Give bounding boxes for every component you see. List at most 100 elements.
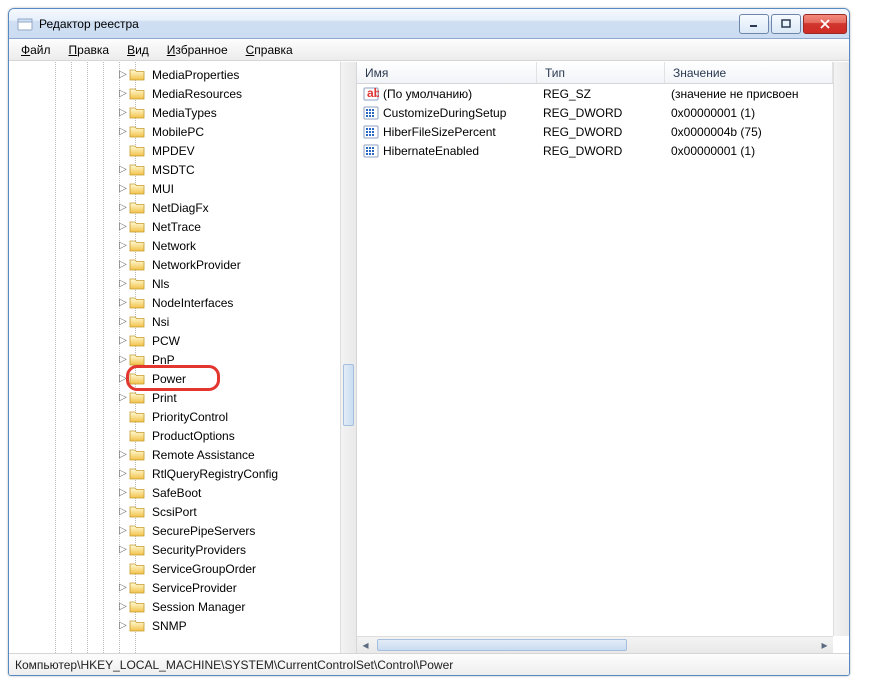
expand-caret-icon[interactable]: ▷: [117, 164, 129, 175]
folder-icon: [129, 429, 145, 442]
expand-caret-icon[interactable]: ▷: [117, 487, 129, 498]
hscroll-thumb[interactable]: [377, 639, 627, 651]
tree-node[interactable]: ▷MediaResources: [9, 84, 340, 103]
tree-node[interactable]: ▷PnP: [9, 350, 340, 369]
folder-icon: [129, 125, 145, 138]
expand-caret-icon[interactable]: ▷: [117, 107, 129, 118]
expand-caret-icon[interactable]: ▷: [117, 240, 129, 251]
tree-node[interactable]: ▷Nls: [9, 274, 340, 293]
expand-caret-icon[interactable]: ▷: [117, 468, 129, 479]
tree-node-label: Power: [149, 371, 189, 387]
tree-node[interactable]: ▷SecurityProviders: [9, 540, 340, 559]
tree-node-label: Network: [149, 238, 199, 254]
tree-node[interactable]: ▷ProductOptions: [9, 426, 340, 445]
expand-caret-icon[interactable]: ▷: [117, 354, 129, 365]
value-data-cell: (значение не присвоен: [665, 87, 833, 101]
dword-value-icon: [363, 143, 379, 159]
tree-node[interactable]: ▷Nsi: [9, 312, 340, 331]
scroll-right-icon[interactable]: ▸: [816, 637, 833, 653]
tree-node-label: RtlQueryRegistryConfig: [149, 466, 281, 482]
tree-node[interactable]: ▷SecurePipeServers: [9, 521, 340, 540]
tree-node[interactable]: ▷MSDTC: [9, 160, 340, 179]
values-list[interactable]: (По умолчанию)REG_SZ(значение не присвое…: [357, 84, 849, 653]
value-row[interactable]: HiberFileSizePercentREG_DWORD0x0000004b …: [357, 122, 833, 141]
tree-node[interactable]: ▷MUI: [9, 179, 340, 198]
folder-icon: [129, 448, 145, 461]
expand-caret-icon[interactable]: ▷: [117, 88, 129, 99]
values-vscrollbar[interactable]: [833, 62, 849, 636]
column-name[interactable]: Имя: [357, 62, 537, 83]
value-row[interactable]: CustomizeDuringSetupREG_DWORD0x00000001 …: [357, 103, 833, 122]
tree-node[interactable]: ▷MobilePC: [9, 122, 340, 141]
expand-caret-icon[interactable]: ▷: [117, 278, 129, 289]
values-hscrollbar[interactable]: ◂ ▸: [357, 636, 833, 653]
expand-caret-icon[interactable]: ▷: [117, 297, 129, 308]
tree-node[interactable]: ▷MediaProperties: [9, 65, 340, 84]
scrollbar-thumb[interactable]: [343, 364, 354, 426]
expand-caret-icon[interactable]: ▷: [117, 620, 129, 631]
menu-favorites[interactable]: Избранное: [159, 41, 236, 59]
column-type[interactable]: Тип: [537, 62, 665, 83]
expand-caret-icon[interactable]: ▷: [117, 506, 129, 517]
menu-edit[interactable]: Правка: [61, 41, 118, 59]
tree-node[interactable]: ▷ NetTrace: [9, 217, 340, 236]
expand-caret-icon[interactable]: ▷: [117, 259, 129, 270]
expand-caret-icon[interactable]: ▷: [117, 316, 129, 327]
expand-caret-icon[interactable]: ▷: [117, 335, 129, 346]
value-data-cell: 0x00000001 (1): [665, 106, 833, 120]
close-button[interactable]: [803, 14, 847, 34]
tree-node[interactable]: ▷NetworkProvider: [9, 255, 340, 274]
tree-node[interactable]: ▷PCW: [9, 331, 340, 350]
status-path: Компьютер\HKEY_LOCAL_MACHINE\SYSTEM\Curr…: [15, 658, 453, 672]
folder-icon: [129, 182, 145, 195]
tree-node[interactable]: ▷NodeInterfaces: [9, 293, 340, 312]
expand-caret-icon[interactable]: ▷: [117, 601, 129, 612]
tree-scrollbar[interactable]: [340, 62, 356, 653]
expand-caret-icon[interactable]: ▷: [117, 373, 129, 384]
expand-caret-icon[interactable]: ▷: [117, 544, 129, 555]
tree-node-label: ServiceProvider: [149, 580, 240, 596]
tree-view[interactable]: ▷MediaProperties▷MediaResources▷MediaTyp…: [9, 62, 340, 653]
menu-file[interactable]: Файл: [13, 41, 59, 59]
folder-icon: [129, 410, 145, 423]
tree-node[interactable]: ▷PriorityControl: [9, 407, 340, 426]
expand-caret-icon[interactable]: ▷: [117, 126, 129, 137]
expand-caret-icon[interactable]: ▷: [117, 392, 129, 403]
folder-icon: [129, 220, 145, 233]
tree-node-label: MediaTypes: [149, 105, 220, 121]
tree-node[interactable]: ▷SafeBoot: [9, 483, 340, 502]
expand-caret-icon[interactable]: ▷: [117, 183, 129, 194]
tree-node[interactable]: ▷NetDiagFx: [9, 198, 340, 217]
tree-node-label: NetTrace: [149, 219, 204, 235]
expand-caret-icon[interactable]: ▷: [117, 202, 129, 213]
tree-pane: ▷MediaProperties▷MediaResources▷MediaTyp…: [9, 62, 357, 653]
value-row[interactable]: (По умолчанию)REG_SZ(значение не присвое…: [357, 84, 833, 103]
menu-view[interactable]: Вид: [119, 41, 157, 59]
expand-caret-icon[interactable]: ▷: [117, 221, 129, 232]
tree-node[interactable]: ▷ServiceGroupOrder: [9, 559, 340, 578]
tree-node[interactable]: ▷Remote Assistance: [9, 445, 340, 464]
maximize-button[interactable]: [771, 14, 801, 34]
folder-icon: [129, 315, 145, 328]
value-row[interactable]: HibernateEnabledREG_DWORD0x00000001 (1): [357, 141, 833, 160]
menu-help[interactable]: Справка: [238, 41, 301, 59]
expand-caret-icon[interactable]: ▷: [117, 525, 129, 536]
scroll-left-icon[interactable]: ◂: [357, 637, 374, 653]
title-bar[interactable]: Редактор реестра: [9, 9, 849, 39]
tree-node[interactable]: ▷MPDEV: [9, 141, 340, 160]
tree-node[interactable]: ▷ RtlQueryRegistryConfig: [9, 464, 340, 483]
expand-caret-icon[interactable]: ▷: [117, 449, 129, 460]
minimize-button[interactable]: [739, 14, 769, 34]
tree-node[interactable]: ▷ ServiceProvider: [9, 578, 340, 597]
expand-caret-icon[interactable]: ▷: [117, 69, 129, 80]
column-value[interactable]: Значение: [665, 62, 833, 83]
tree-node[interactable]: ▷SNMP: [9, 616, 340, 635]
folder-icon: [129, 562, 145, 575]
tree-node[interactable]: ▷Session Manager: [9, 597, 340, 616]
tree-node[interactable]: ▷ScsiPort: [9, 502, 340, 521]
tree-node[interactable]: ▷ Power: [9, 369, 340, 388]
tree-node[interactable]: ▷ MediaTypes: [9, 103, 340, 122]
tree-node[interactable]: ▷Print: [9, 388, 340, 407]
tree-node[interactable]: ▷ Network: [9, 236, 340, 255]
expand-caret-icon[interactable]: ▷: [117, 582, 129, 593]
